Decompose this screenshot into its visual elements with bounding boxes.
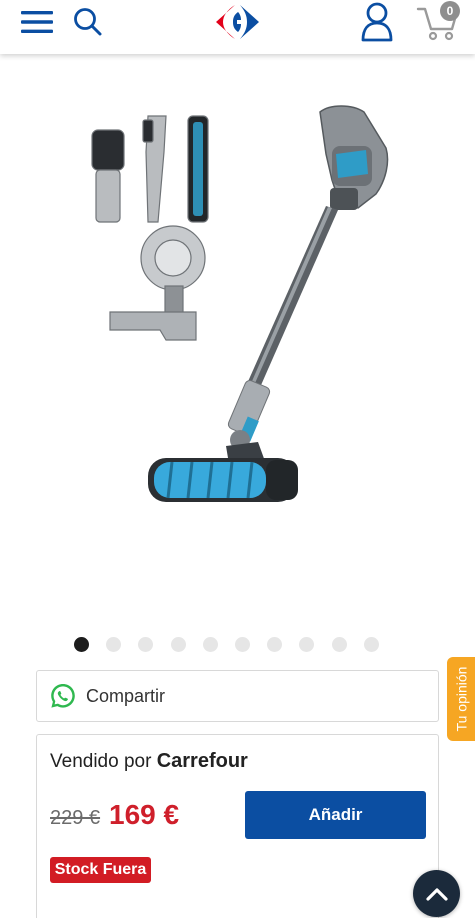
product-page: 0 Compartir Tu opinión Vendido por Carre… [0, 0, 475, 918]
carousel-dot[interactable] [267, 637, 283, 652]
current-price: 169 € [109, 799, 180, 830]
opinion-tab-label: Tu opinión [453, 666, 470, 732]
share-button[interactable]: Compartir [36, 670, 439, 722]
carousel-dot[interactable] [202, 637, 218, 652]
vacuum-floor-head [148, 430, 298, 502]
chevron-up-icon [425, 887, 448, 901]
add-to-cart-button[interactable]: Añadir [245, 791, 426, 839]
menu-button[interactable] [18, 0, 56, 44]
top-header: 0 [0, 0, 475, 54]
scroll-to-top-button[interactable] [413, 870, 460, 917]
carousel-dot[interactable] [74, 637, 89, 652]
product-image[interactable] [30, 90, 445, 600]
carrefour-logo[interactable] [205, 0, 271, 44]
hamburger-menu-icon [21, 11, 53, 33]
search-button[interactable] [70, 0, 106, 44]
seller-name[interactable]: Carrefour [157, 750, 248, 772]
accessory-tools [91, 115, 209, 341]
old-price: 229 € [50, 807, 101, 829]
vacuum-handle [319, 105, 389, 210]
stock-status-badge: Stock Fuera [50, 857, 151, 883]
search-icon [74, 8, 102, 36]
carousel-dot[interactable] [234, 637, 250, 652]
carousel-dot[interactable] [138, 637, 154, 652]
carousel-dot[interactable] [170, 637, 186, 652]
opinion-feedback-tab[interactable]: Tu opinión [447, 657, 475, 741]
user-icon [361, 2, 393, 42]
carousel-dot[interactable] [363, 637, 379, 652]
share-label: Compartir [86, 685, 166, 706]
whatsapp-icon [49, 682, 77, 710]
seller-prefix: Vendido por [50, 751, 152, 772]
vacuum-cleaner-image [91, 105, 389, 502]
cart-count-badge: 0 [440, 1, 460, 21]
account-button[interactable] [356, 0, 398, 44]
image-carousel-dots [74, 637, 379, 653]
vacuum-tube [227, 206, 338, 442]
carrefour-logo-icon [216, 5, 259, 39]
carousel-dot[interactable] [106, 637, 122, 652]
offer-box: Vendido por Carrefour 229 € 169 € Añadir… [36, 734, 439, 918]
carousel-dot[interactable] [299, 637, 315, 652]
seller-info: Vendido por Carrefour [50, 750, 248, 773]
carousel-dot[interactable] [331, 637, 347, 652]
